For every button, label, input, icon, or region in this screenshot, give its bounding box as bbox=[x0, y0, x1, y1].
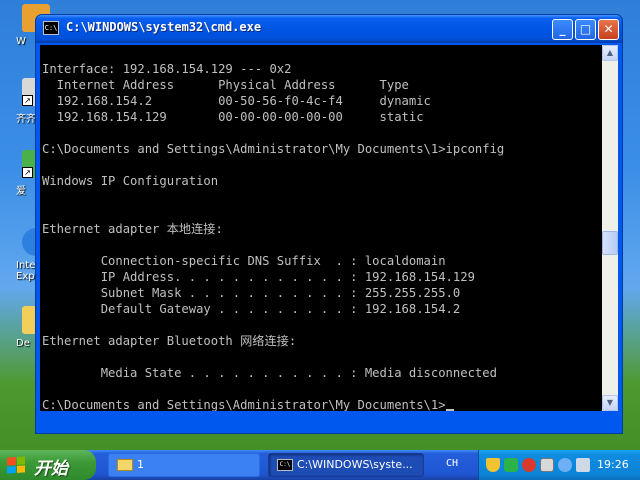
cmd-icon[interactable]: C:\ bbox=[43, 21, 59, 35]
console-line: Default Gateway . . . . . . . . . : 192.… bbox=[42, 302, 461, 316]
vmware-icon[interactable] bbox=[540, 458, 554, 472]
shortcut-arrow-icon: ↗ bbox=[22, 167, 33, 178]
desktop-icon-w[interactable]: W bbox=[0, 4, 50, 47]
volume-icon[interactable] bbox=[576, 458, 590, 472]
scroll-thumb[interactable] bbox=[602, 231, 618, 255]
text-cursor bbox=[445, 409, 454, 411]
desktop-icon-label: W bbox=[16, 36, 26, 47]
folder-icon bbox=[117, 459, 133, 471]
cmd-icon: C:\ bbox=[277, 459, 293, 471]
maximize-button[interactable]: □ bbox=[575, 19, 596, 40]
prompt-text: C:\Documents and Settings\Administrator\… bbox=[42, 398, 446, 411]
desktop-icon-ai[interactable]: ↗ 爱 bbox=[0, 150, 50, 197]
windows-logo-icon bbox=[7, 456, 25, 474]
start-button[interactable]: 开始 bbox=[0, 450, 96, 480]
console-line: Subnet Mask . . . . . . . . . . . : 255.… bbox=[42, 286, 461, 300]
console-output[interactable]: Interface: 192.168.154.129 --- 0x2 Inter… bbox=[40, 45, 602, 411]
vertical-scrollbar[interactable]: ▲ ▼ bbox=[602, 45, 618, 411]
clock[interactable]: 19:26 bbox=[597, 458, 629, 471]
console-line: IP Address. . . . . . . . . . . . : 192.… bbox=[42, 270, 475, 284]
close-button[interactable]: ✕ bbox=[598, 19, 619, 40]
desktop-icon-label: 齐齐 bbox=[16, 114, 36, 125]
console-line: C:\Documents and Settings\Administrator\… bbox=[42, 142, 505, 156]
console-line: Ethernet adapter 本地连接: bbox=[42, 222, 223, 236]
taskbar: 开始 1 C:\ C:\WINDOWS\syste... CH 19:26 bbox=[0, 450, 640, 480]
desktop-icon-label: De bbox=[16, 338, 30, 349]
network-icon[interactable] bbox=[504, 458, 518, 472]
scroll-up-button[interactable]: ▲ bbox=[602, 45, 618, 61]
chat-icon[interactable] bbox=[558, 458, 572, 472]
console-line: Interface: 192.168.154.129 --- 0x2 bbox=[42, 62, 292, 76]
console-prompt-line[interactable]: C:\Documents and Settings\Administrator\… bbox=[42, 397, 454, 411]
console-line: Ethernet adapter Bluetooth 网络连接: bbox=[42, 334, 297, 348]
shield-icon[interactable] bbox=[486, 458, 500, 472]
start-label: 开始 bbox=[34, 459, 68, 479]
system-tray: 19:26 bbox=[478, 450, 640, 480]
shortcut-arrow-icon: ↗ bbox=[22, 95, 33, 106]
title-bar[interactable]: C:\ C:\WINDOWS\system32\cmd.exe _ □ ✕ bbox=[36, 15, 622, 43]
scroll-down-button[interactable]: ▼ bbox=[602, 395, 618, 411]
taskbar-item-label: C:\WINDOWS\syste... bbox=[297, 458, 413, 471]
desktop-icon-de[interactable]: De bbox=[0, 306, 50, 349]
console-line: Connection-specific DNS Suffix . : local… bbox=[42, 254, 446, 268]
console-line: 192.168.154.2 00-50-56-f0-4c-f4 dynamic bbox=[42, 94, 431, 108]
desktop-icon-internet-explorer[interactable]: Inte Expl bbox=[0, 228, 50, 282]
minimize-button[interactable]: _ bbox=[552, 19, 573, 40]
desktop-icon-qq[interactable]: ↗ 齐齐 bbox=[0, 78, 50, 125]
console-line: 192.168.154.129 00-00-00-00-00-00 static bbox=[42, 110, 424, 124]
cmd-window: C:\ C:\WINDOWS\system32\cmd.exe _ □ ✕ In… bbox=[35, 14, 623, 434]
taskbar-item-folder[interactable]: 1 bbox=[108, 453, 260, 477]
language-indicator[interactable]: CH bbox=[446, 458, 458, 469]
console-line: Media State . . . . . . . . . . . : Medi… bbox=[42, 366, 497, 380]
taskbar-item-cmd[interactable]: C:\ C:\WINDOWS\syste... bbox=[268, 453, 424, 477]
window-title: C:\WINDOWS\system32\cmd.exe bbox=[66, 20, 262, 34]
console-line: Windows IP Configuration bbox=[42, 174, 219, 188]
security-icon[interactable] bbox=[522, 458, 536, 472]
desktop-icon-label: 爱 bbox=[16, 186, 26, 197]
console-line: Internet Address Physical Address Type bbox=[42, 78, 409, 92]
taskbar-item-label: 1 bbox=[137, 458, 144, 471]
